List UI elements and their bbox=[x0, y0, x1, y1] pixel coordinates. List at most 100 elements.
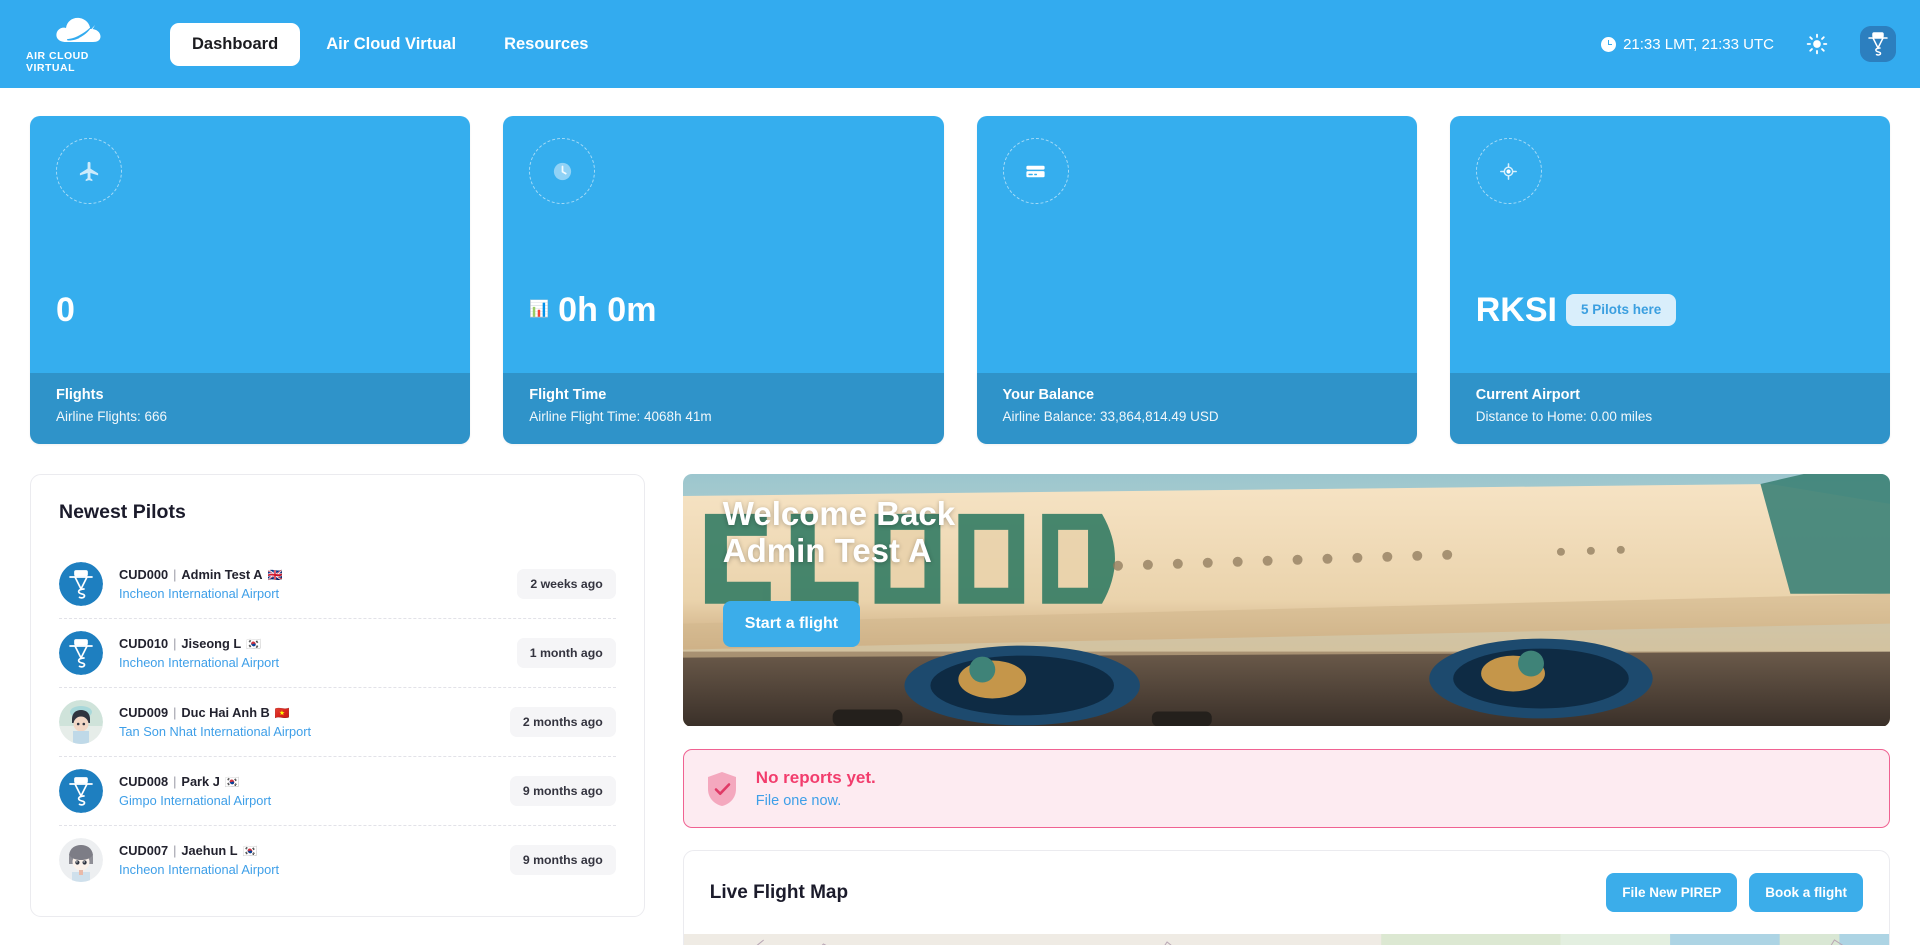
user-avatar-icon[interactable] bbox=[1860, 26, 1896, 62]
pilots-here-badge: 5 Pilots here bbox=[1565, 294, 1677, 326]
stat-card-current-airport: RKSI 5 Pilots here Current Airport Dista… bbox=[1449, 116, 1890, 444]
list-item[interactable]: CUD007 | Jaehun L 🇰🇷 Incheon Internation… bbox=[59, 826, 616, 894]
newest-pilots-panel: Newest Pilots CUD000 | Admin Test A 🇬🇧 I… bbox=[30, 474, 645, 917]
hero-line-1: Welcome Back bbox=[722, 495, 956, 532]
pilot-joined-badge: 2 weeks ago bbox=[517, 569, 616, 599]
pilot-name: Jaehun L bbox=[181, 843, 238, 858]
stat-card-foot-sub: Airline Flight Time: 4068h 41m bbox=[529, 409, 712, 424]
brand-logo[interactable]: AIR CLOUD VIRTUAL bbox=[26, 14, 134, 74]
book-a-flight-button[interactable]: Book a flight bbox=[1749, 873, 1863, 912]
alert-title: No reports yet. bbox=[755, 768, 876, 787]
avatar bbox=[59, 700, 103, 744]
nav-item-resources[interactable]: Resources bbox=[482, 23, 610, 66]
pilot-airport-link[interactable]: Tan Son Nhat International Airport bbox=[119, 724, 494, 739]
stat-card-value: RKSI 5 Pilots here bbox=[1476, 293, 1677, 327]
pilot-info: CUD008 | Park J 🇰🇷 Gimpo International A… bbox=[119, 774, 494, 808]
stat-card-foot-sub: Airline Balance: 33,864,814.49 USD bbox=[1002, 409, 1219, 424]
stat-card-body: 0 bbox=[30, 116, 471, 373]
pilot-info: CUD007 | Jaehun L 🇰🇷 Incheon Internation… bbox=[119, 843, 494, 877]
pilot-name-row: CUD007 | Jaehun L 🇰🇷 bbox=[119, 843, 494, 858]
main-nav: Dashboard Air Cloud Virtual Resources bbox=[170, 22, 610, 66]
pilot-airport-link[interactable]: Incheon International Airport bbox=[119, 862, 494, 877]
stat-card-footer: Flights Airline Flights: 666 bbox=[30, 373, 471, 444]
list-item[interactable]: CUD010 | Jiseong L 🇰🇷 Incheon Internatio… bbox=[59, 619, 616, 688]
airplane-icon bbox=[56, 138, 122, 204]
pilot-joined-badge: 2 months ago bbox=[509, 707, 616, 737]
sun-icon[interactable] bbox=[1804, 31, 1830, 57]
stat-card-body: RKSI 5 Pilots here bbox=[1449, 116, 1890, 373]
avatar bbox=[59, 838, 103, 882]
pilot-id: CUD007 bbox=[119, 843, 169, 858]
stat-cards-row: 0 Flights Airline Flights: 666 📊 0h 0m F… bbox=[0, 88, 1920, 444]
file-new-pirep-button[interactable]: File New PIREP bbox=[1606, 873, 1738, 912]
avatar bbox=[59, 562, 103, 606]
stat-card-value-text: 0h 0m bbox=[558, 291, 657, 329]
pilot-id: CUD009 bbox=[119, 705, 169, 720]
stat-card-value-text: 0 bbox=[56, 291, 75, 329]
separator: | bbox=[173, 705, 177, 720]
clock-icon bbox=[1601, 36, 1617, 52]
pilot-name-row: CUD000 | Admin Test A 🇬🇧 bbox=[119, 567, 501, 582]
stat-card-value: 📊 0h 0m bbox=[529, 293, 656, 327]
file-report-link[interactable]: File one now. bbox=[756, 793, 876, 809]
clock-icon bbox=[529, 138, 596, 204]
page-title: Newest Pilots bbox=[59, 501, 186, 523]
country-flag-icon: 🇰🇷 bbox=[242, 843, 258, 858]
shield-check-icon bbox=[706, 771, 738, 807]
cloud-plane-icon bbox=[52, 14, 108, 48]
no-reports-alert: No reports yet. File one now. bbox=[682, 749, 1890, 828]
stat-card-value: 0 bbox=[56, 293, 75, 327]
country-flag-icon: 🇰🇷 bbox=[224, 774, 240, 789]
start-a-flight-button[interactable]: Start a flight bbox=[722, 601, 861, 647]
country-flag-icon: 🇻🇳 bbox=[274, 705, 290, 720]
pilot-airport-link[interactable]: Incheon International Airport bbox=[119, 655, 501, 670]
stat-card-foot-title: Current Airport bbox=[1475, 387, 1580, 403]
avatar bbox=[59, 631, 103, 675]
header-right-cluster: 21:33 LMT, 21:33 UTC bbox=[1601, 26, 1896, 62]
pilot-airport-link[interactable]: Incheon International Airport bbox=[119, 586, 501, 601]
map-panel-actions: File New PIREP Book a flight bbox=[1606, 873, 1863, 912]
pilot-id: CUD008 bbox=[119, 774, 169, 789]
crosshair-location-icon bbox=[1475, 138, 1542, 204]
credit-card-icon bbox=[1002, 138, 1069, 204]
stat-card-body bbox=[976, 116, 1417, 373]
separator: | bbox=[173, 774, 177, 789]
country-flag-icon: 🇰🇷 bbox=[246, 636, 262, 651]
country-flag-icon: 🇬🇧 bbox=[267, 567, 283, 582]
map-panel-header: Live Flight Map File New PIREP Book a fl… bbox=[684, 851, 1889, 934]
alert-body: No reports yet. File one now. bbox=[756, 768, 876, 809]
pilot-name-row: CUD009 | Duc Hai Anh B 🇻🇳 bbox=[119, 705, 494, 720]
hero-line-2: Admin Test A bbox=[722, 531, 932, 569]
separator: | bbox=[173, 567, 177, 582]
flight-map[interactable]: 牡丹江市 bbox=[683, 934, 1889, 945]
pilot-name: Admin Test A bbox=[181, 567, 263, 582]
stat-card-balance: Your Balance Airline Balance: 33,864,814… bbox=[976, 116, 1417, 444]
nav-item-air-cloud-virtual[interactable]: Air Cloud Virtual bbox=[304, 23, 478, 66]
pilot-joined-badge: 9 months ago bbox=[509, 845, 616, 875]
nav-item-dashboard[interactable]: Dashboard bbox=[170, 22, 301, 66]
list-item[interactable]: CUD000 | Admin Test A 🇬🇧 Incheon Interna… bbox=[59, 550, 616, 619]
top-navigation-bar: AIR CLOUD VIRTUAL Dashboard Air Cloud Vi… bbox=[0, 0, 1920, 88]
clock-time-text: 21:33 LMT, 21:33 UTC bbox=[1623, 35, 1774, 53]
list-item[interactable]: CUD008 | Park J 🇰🇷 Gimpo International A… bbox=[59, 757, 616, 826]
separator: | bbox=[173, 843, 177, 858]
stat-card-foot-title: Your Balance bbox=[1002, 387, 1095, 403]
main-content: Newest Pilots CUD000 | Admin Test A 🇬🇧 I… bbox=[0, 444, 1920, 945]
separator: | bbox=[173, 636, 177, 651]
chart-increasing-icon: 📊 bbox=[529, 301, 550, 318]
list-item[interactable]: CUD009 | Duc Hai Anh B 🇻🇳 Tan Son Nhat I… bbox=[59, 688, 616, 757]
pilot-name: Park J bbox=[181, 774, 220, 789]
pilot-airport-link[interactable]: Gimpo International Airport bbox=[119, 793, 494, 808]
clock-display: 21:33 LMT, 21:33 UTC bbox=[1601, 36, 1774, 53]
pilot-id: CUD000 bbox=[119, 567, 169, 582]
pilot-name-row: CUD008 | Park J 🇰🇷 bbox=[119, 774, 494, 789]
pilot-joined-badge: 1 month ago bbox=[516, 638, 616, 668]
pilot-list: CUD000 | Admin Test A 🇬🇧 Incheon Interna… bbox=[59, 550, 616, 894]
stat-card-foot-sub: Distance to Home: 0.00 miles bbox=[1475, 409, 1653, 424]
pilot-name: Duc Hai Anh B bbox=[181, 705, 270, 720]
map-panel-title: Live Flight Map bbox=[709, 881, 849, 903]
pilot-joined-badge: 9 months ago bbox=[509, 776, 616, 806]
stat-card-foot-sub: Airline Flights: 666 bbox=[56, 409, 168, 424]
right-column: Welcome Back Admin Test A Start a flight… bbox=[682, 474, 1890, 945]
stat-card-footer: Flight Time Airline Flight Time: 4068h 4… bbox=[503, 373, 944, 444]
